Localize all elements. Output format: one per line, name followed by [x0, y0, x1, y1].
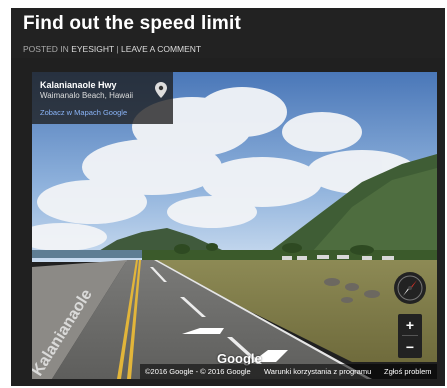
location-info-card: Kalanianaole Hwy Waimanalo Beach, Hawaii… — [32, 72, 173, 124]
blog-post: Find out the speed limit POSTED IN EYESI… — [0, 0, 447, 388]
view-in-google-maps-link[interactable]: Zobacz w Mapach Google — [40, 108, 127, 117]
zoom-control: + − — [398, 314, 422, 358]
post-title[interactable]: Find out the speed limit — [23, 13, 241, 35]
compass-icon[interactable] — [394, 272, 426, 304]
zoom-out-button[interactable]: − — [398, 337, 422, 357]
zoom-in-button[interactable]: + — [398, 315, 422, 335]
zoom-divider — [402, 335, 418, 336]
street-view-panorama[interactable]: Kalanianaole Kalanianaole Hwy Waimanalo … — [32, 72, 437, 379]
leave-comment-link[interactable]: LEAVE A COMMENT — [121, 44, 201, 54]
compass-control[interactable] — [394, 272, 426, 304]
category-link[interactable]: EYESIGHT — [71, 44, 114, 54]
terms-link[interactable]: Warunki korzystania z programu — [264, 364, 371, 379]
meta-prefix: POSTED IN — [23, 44, 72, 54]
meta-separator: | — [116, 44, 119, 54]
attribution-bar: ©2016 Google - © 2016 Google Warunki kor… — [140, 364, 437, 379]
location-subtitle: Waimanalo Beach, Hawaii — [40, 91, 134, 100]
post-meta: POSTED IN EYESIGHT | LEAVE A COMMENT — [23, 44, 201, 54]
post-header: Find out the speed limit POSTED IN EYESI… — [11, 8, 445, 58]
copyright-text: ©2016 Google - © 2016 Google — [145, 367, 251, 376]
report-problem-link[interactable]: Zgłoś problem — [384, 364, 432, 379]
location-name: Kalanianaole Hwy — [40, 80, 117, 90]
map-pin-icon[interactable] — [155, 82, 167, 98]
embed-frame: Kalanianaole Kalanianaole Hwy Waimanalo … — [11, 58, 445, 386]
